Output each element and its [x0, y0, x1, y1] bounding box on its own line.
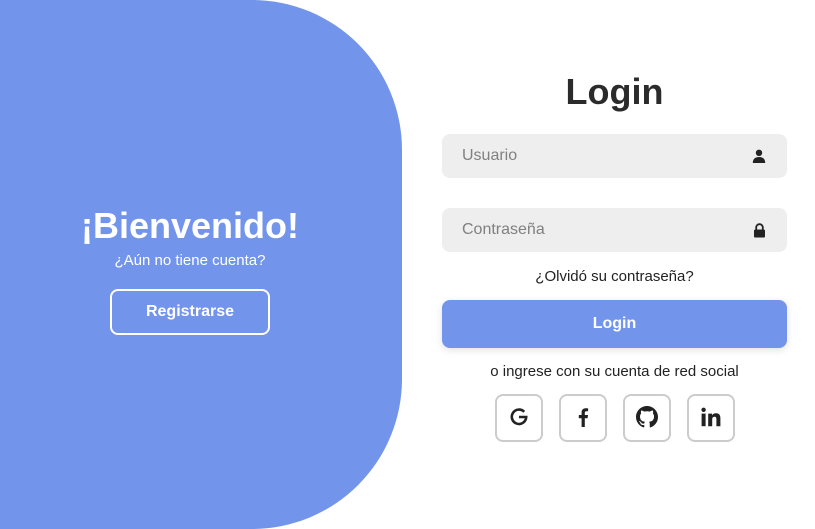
login-title: Login [565, 71, 664, 112]
google-icon [509, 407, 529, 430]
user-icon [751, 148, 767, 164]
welcome-subtitle: ¿Aún no tiene cuenta? [114, 252, 266, 269]
linkedin-button[interactable] [686, 394, 735, 442]
welcome-title: ¡Bienvenido! [80, 205, 299, 246]
login-page: ¡Bienvenido! ¿Aún no tiene cuenta? Regis… [0, 0, 815, 529]
facebook-icon [577, 407, 589, 430]
linkedin-icon [700, 407, 721, 430]
github-button[interactable] [622, 394, 671, 442]
password-input[interactable] [442, 208, 787, 252]
google-button[interactable] [494, 394, 543, 442]
username-input[interactable] [442, 134, 787, 178]
login-form: Login ¿Olvidó su contraseña? Login o ing… [442, 70, 787, 442]
username-field-wrapper [442, 134, 787, 178]
forgot-password-link[interactable]: ¿Olvidó su contraseña? [535, 268, 693, 285]
welcome-content: ¡Bienvenido! ¿Aún no tiene cuenta? Regis… [0, 0, 380, 529]
login-submit-button[interactable]: Login [442, 300, 787, 348]
lock-icon [751, 222, 767, 238]
social-login-text: o ingrese con su cuenta de red social [490, 363, 739, 380]
register-button[interactable]: Registrarse [110, 289, 270, 335]
social-buttons [494, 394, 735, 442]
github-icon [635, 405, 658, 431]
facebook-button[interactable] [558, 394, 607, 442]
password-field-wrapper [442, 208, 787, 252]
